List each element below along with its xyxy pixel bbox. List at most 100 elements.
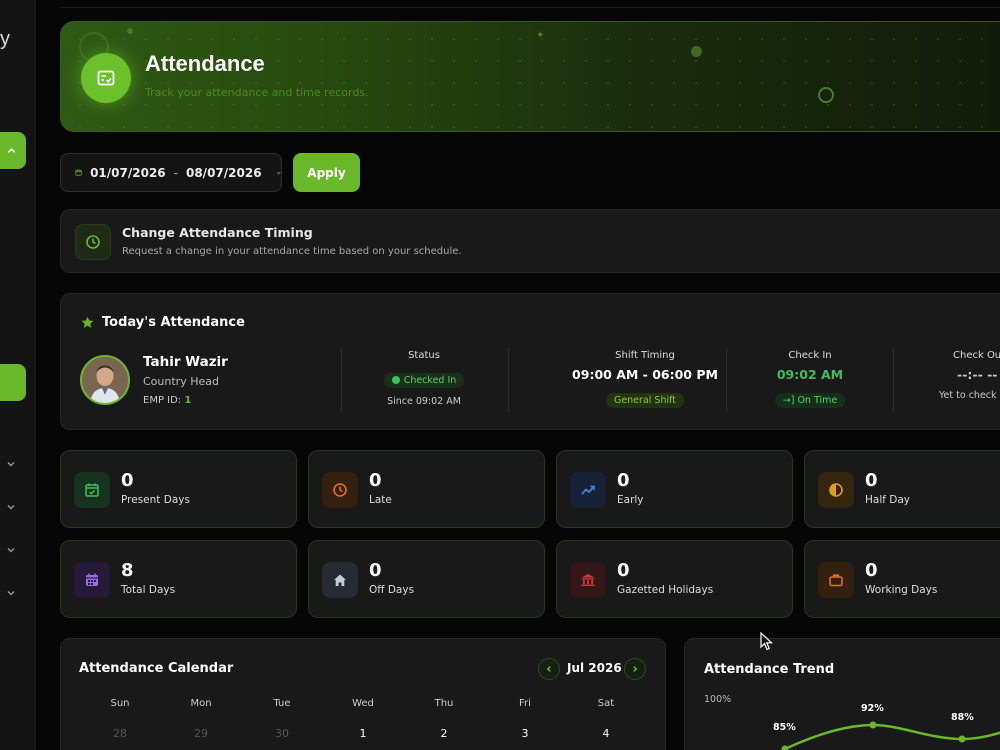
page-header-banner: ✦ Attendance Track your attendance and t… <box>60 21 1000 132</box>
stat-card-early: 0 Early <box>556 450 793 528</box>
calendar-grid-icon <box>74 562 110 598</box>
stat-label: Off Days <box>369 584 415 596</box>
calendar-title: Attendance Calendar <box>79 661 234 676</box>
stat-value: 0 <box>617 560 630 581</box>
calendar-day[interactable]: 2 <box>414 727 474 740</box>
chevron-down-icon[interactable] <box>6 545 16 555</box>
stat-value: 8 <box>121 560 134 581</box>
stat-value: 0 <box>369 560 382 581</box>
trend-point-label: 85% <box>773 722 796 733</box>
stat-label: Gazetted Holidays <box>617 584 714 596</box>
calendar-day[interactable]: 3 <box>495 727 555 740</box>
weekday-label: Thu <box>434 698 454 709</box>
check-in-time: 09:02 AM <box>776 367 844 382</box>
todays-attendance-card: Today's Attendance Tahir Wazir Country H… <box>60 293 1000 430</box>
sparkle-icon: ✦ <box>536 30 545 41</box>
chevron-down-icon[interactable] <box>6 588 16 598</box>
home-icon <box>322 562 358 598</box>
stat-label: Working Days <box>865 584 938 596</box>
divider <box>893 348 894 412</box>
check-circle-icon <box>391 375 400 384</box>
stat-value: 0 <box>369 470 382 491</box>
check-in-label: Check In <box>788 350 832 361</box>
trend-up-icon <box>570 472 606 508</box>
calendar-prev-button[interactable] <box>538 658 560 680</box>
stat-card-off-days: 0 Off Days <box>308 540 545 618</box>
trend-point <box>958 735 966 743</box>
stat-card-working-days: 0 Working Days <box>804 540 1000 618</box>
attendance-trend-card: Attendance Trend 100% 85% 92% 88% <box>684 638 1000 750</box>
status-badge: Checked In <box>383 373 465 388</box>
half-circle-icon <box>818 472 854 508</box>
login-icon: →] <box>782 395 795 406</box>
chevron-down-icon <box>276 171 281 174</box>
attendance-calendar-card: Attendance Calendar Jul 2026 Sun Mon Tue… <box>60 638 666 750</box>
employee-role: Country Head <box>143 375 219 388</box>
sidebar: y <box>0 0 36 750</box>
on-time-badge: →] On Time <box>774 393 846 408</box>
decorative-ring <box>818 87 834 103</box>
on-time-text: On Time <box>797 395 838 406</box>
weekday-label: Wed <box>352 698 374 709</box>
chevron-right-icon <box>633 666 638 672</box>
shift-column: Shift Timing 09:00 AM - 06:00 PM General… <box>536 350 754 408</box>
divider <box>726 348 727 412</box>
calendar-day-outside: 30 <box>275 727 289 740</box>
chevron-down-icon[interactable] <box>6 459 16 469</box>
apply-button[interactable]: Apply <box>293 153 360 192</box>
calendar-check-icon <box>74 472 110 508</box>
sidebar-brand-text: y <box>0 28 10 50</box>
calendar-month: Jul 2026 <box>567 661 622 675</box>
status-since: Since 09:02 AM <box>387 396 461 407</box>
trend-chart <box>781 721 1000 750</box>
chevron-up-icon <box>7 148 16 153</box>
weekday-label: Sun <box>110 698 130 709</box>
decorative-dot <box>691 46 702 57</box>
date-separator: - <box>173 165 178 180</box>
employee-id-label: EMP ID: <box>143 395 182 406</box>
change-timing-title: Change Attendance Timing <box>122 225 313 240</box>
change-timing-description: Request a change in your attendance time… <box>122 246 462 257</box>
chevron-down-icon[interactable] <box>6 502 16 512</box>
stat-card-total-days: 8 Total Days <box>60 540 297 618</box>
stat-card-present-days: 0 Present Days <box>60 450 297 528</box>
trend-point-label: 92% <box>861 703 884 714</box>
status-column: Status Checked In Since 09:02 AM <box>359 350 489 407</box>
bank-icon <box>570 562 606 598</box>
todays-attendance-heading: Today's Attendance <box>81 315 245 330</box>
calendar-day[interactable]: 1 <box>333 727 393 740</box>
trend-point <box>869 721 877 729</box>
mouse-cursor-icon <box>760 632 774 651</box>
calendar-icon <box>75 169 82 176</box>
chevron-left-icon <box>546 666 551 672</box>
change-timing-card[interactable]: Change Attendance Timing Request a chang… <box>60 209 1000 273</box>
clock-icon <box>75 224 111 260</box>
employee-name: Tahir Wazir <box>143 354 228 370</box>
status-label: Status <box>408 350 440 361</box>
calendar-day[interactable]: 4 <box>576 727 636 740</box>
check-out-status: Yet to check out <box>939 390 1000 401</box>
calendar-day-outside: 28 <box>113 727 127 740</box>
stat-label: Early <box>617 494 644 506</box>
shift-badge: General Shift <box>605 393 685 408</box>
employee-id-value: 1 <box>184 395 192 406</box>
divider <box>508 348 509 412</box>
briefcase-icon <box>818 562 854 598</box>
stat-label: Half Day <box>865 494 911 506</box>
trend-point <box>781 745 789 750</box>
calendar-next-button[interactable] <box>624 658 646 680</box>
trend-title: Attendance Trend <box>704 662 835 677</box>
stat-value: 0 <box>617 470 630 491</box>
sidebar-item-attendance[interactable] <box>0 364 26 401</box>
date-range-picker[interactable]: 01/07/2026 - 08/07/2026 <box>60 153 282 192</box>
employee-id: EMP ID: 1 <box>143 395 191 406</box>
todays-attendance-title: Today's Attendance <box>102 315 245 330</box>
check-out-label: Check Out <box>953 350 1000 361</box>
sidebar-item-expanded[interactable] <box>0 132 26 169</box>
employee-avatar <box>80 355 130 405</box>
stat-card-late: 0 Late <box>308 450 545 528</box>
start-date: 01/07/2026 <box>90 165 166 180</box>
trend-y-axis-label: 100% <box>704 694 732 705</box>
check-out-column: Check Out --:-- -- Yet to check out <box>923 350 1000 401</box>
page-title: Attendance <box>145 51 265 76</box>
